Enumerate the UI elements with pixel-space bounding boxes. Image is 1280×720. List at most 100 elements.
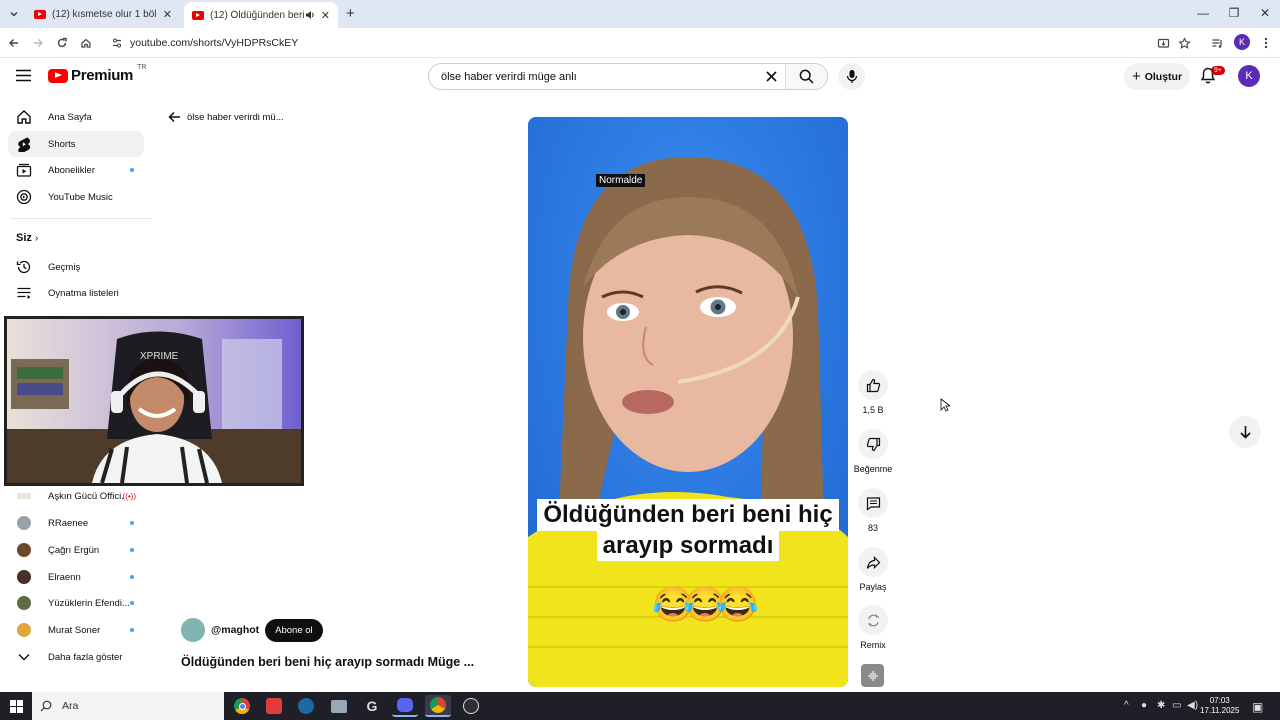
create-button[interactable]: + Oluştur (1124, 63, 1190, 90)
channel-avatar (16, 622, 32, 638)
chrome-taskbar-icon[interactable] (229, 695, 255, 717)
bluetooth-tray-icon[interactable]: ✱ (1157, 700, 1165, 711)
chrome-profile-taskbar-icon[interactable] (425, 695, 451, 717)
search-input[interactable] (429, 70, 757, 83)
sidebar-item-youtube-music[interactable]: YouTube Music (8, 184, 144, 210)
site-settings-icon[interactable] (110, 36, 124, 50)
sidebar-show-more[interactable]: Daha fazla göster (8, 644, 144, 670)
caption-line-1: Öldüğünden beri beni hiç (537, 499, 839, 531)
short-video-player[interactable]: Normalde Öldüğünden beri beni hiç arayıp… (528, 117, 848, 687)
comment-count: 83 (867, 523, 878, 533)
taskbar-clock[interactable]: 07:03 17.11.2025 (1200, 696, 1239, 716)
remix-action: Remix (850, 605, 896, 650)
start-button[interactable] (3, 695, 29, 717)
channel-name: Aşkın Gücü Offici... (48, 490, 123, 502)
browser-profile-avatar[interactable]: K (1234, 34, 1250, 50)
bookmark-button[interactable] (1176, 35, 1192, 51)
app-taskbar-icon[interactable]: G (359, 695, 385, 717)
tab-title: (12) kısmetse olur 1 bölüm - Yo (52, 8, 157, 20)
sidebar-subscription-item[interactable]: Elraenn (8, 564, 144, 590)
sidebar-subscription-item[interactable]: Aşkın Gücü Offici... ((•)) (8, 483, 144, 509)
video-title[interactable]: Öldüğünden beri beni hiç arayıp sormadı … (181, 655, 474, 669)
dislike-action: Beğenme (850, 429, 896, 474)
address-bar[interactable]: youtube.com/shorts/VyHDPRsCkEY (104, 31, 1204, 55)
tray-expand-icon[interactable]: ^ (1124, 700, 1129, 711)
sidebar-item-label: Geçmiş (48, 261, 81, 273)
next-short-button[interactable] (1229, 416, 1261, 448)
reload-button[interactable] (54, 35, 70, 51)
sidebar-item-playlists[interactable]: Oynatma listeleri (8, 280, 144, 306)
browser-tab-1[interactable]: (12) kısmetse olur 1 bölüm - Yo ✕ (26, 2, 180, 26)
minimize-button[interactable]: — (1188, 4, 1218, 22)
search-button[interactable] (785, 64, 827, 89)
share-button[interactable] (858, 547, 888, 577)
back-to-search-button[interactable]: ölse haber verirdi mü... (168, 111, 284, 123)
clock-date: 17.11.2025 (1200, 706, 1240, 715)
close-tab-icon[interactable]: ✕ (321, 9, 330, 22)
account-avatar[interactable]: K (1238, 65, 1260, 87)
sidebar-subscription-item[interactable]: Çağrı Ergün (8, 537, 144, 563)
new-content-dot (130, 601, 134, 605)
new-tab-button[interactable]: + (346, 5, 355, 22)
channel-avatar[interactable] (181, 618, 205, 642)
browser-tab-2[interactable]: (12) Öldüğünden beri beni hi ✕ (184, 2, 338, 28)
comments-button[interactable] (858, 488, 888, 518)
share-action: Paylaş (850, 547, 896, 592)
shorts-icon (16, 136, 32, 152)
sidebar-subscription-item[interactable]: Yüzüklerin Efendi... (8, 590, 144, 616)
channel-avatar (16, 595, 32, 611)
browser-menu-button[interactable] (1258, 35, 1274, 51)
sound-button[interactable] (861, 664, 884, 687)
maximize-button[interactable]: ❐ (1219, 4, 1249, 22)
notification-center-icon[interactable]: ▣ (1252, 700, 1263, 714)
new-content-dot (130, 628, 134, 632)
close-tab-icon[interactable]: ✕ (163, 8, 172, 21)
sidebar-item-shorts[interactable]: Shorts (8, 131, 144, 157)
sidebar-subscription-item[interactable]: RRaenee (8, 510, 144, 536)
subscribe-button[interactable]: Abone ol (265, 618, 323, 642)
audio-playing-icon[interactable] (305, 10, 315, 20)
video-label-tag: Normalde (596, 174, 646, 187)
channel-handle[interactable]: @maghot (211, 624, 259, 636)
sidebar-item-subscriptions[interactable]: Abonelikler (8, 157, 144, 183)
volume-tray-icon[interactable]: ◀) (1187, 700, 1198, 711)
thumbs-down-icon (866, 437, 880, 451)
channel-name: Elraenn (48, 571, 81, 583)
channel-name: Yüzüklerin Efendi... (48, 597, 130, 609)
install-app-button[interactable] (1155, 35, 1171, 51)
forward-button[interactable] (30, 35, 46, 51)
steam-taskbar-icon[interactable] (293, 695, 319, 717)
playlist-icon (16, 285, 32, 301)
media-control-button[interactable] (1209, 35, 1225, 51)
remix-button[interactable] (858, 605, 888, 635)
home-button[interactable] (78, 35, 94, 51)
logo-text: Premium (71, 67, 134, 84)
dislike-button[interactable] (858, 429, 888, 459)
sidebar-item-home[interactable]: Ana Sayfa (8, 104, 144, 130)
youtube-premium-logo[interactable]: Premium TR (48, 64, 146, 84)
microphone-tray-icon[interactable]: ● (1141, 700, 1147, 711)
youtube-header: Premium TR + Oluştur 9+ K (0, 58, 1280, 96)
close-window-button[interactable]: ✕ (1250, 4, 1280, 22)
channel-avatar (16, 542, 32, 558)
file-explorer-taskbar-icon[interactable] (326, 695, 352, 717)
back-button[interactable] (6, 35, 22, 51)
discord-taskbar-icon[interactable] (392, 695, 418, 717)
taskbar-search[interactable]: Ara (32, 692, 224, 720)
sidebar-item-history[interactable]: Geçmiş (8, 254, 144, 280)
clear-search-button[interactable] (757, 71, 785, 82)
sidebar-item-label: Abonelikler (48, 164, 95, 176)
tab-search-button[interactable] (4, 4, 24, 24)
live-icon: ((•)) (122, 491, 136, 501)
guide-menu-button[interactable] (16, 69, 31, 82)
video-caption: Öldüğünden beri beni hiç arayıp sormadı (528, 499, 848, 561)
sidebar-subscription-item[interactable]: Murat Soner (8, 617, 144, 643)
share-icon (866, 555, 880, 569)
voice-search-button[interactable] (838, 63, 865, 90)
network-tray-icon[interactable]: ▭ (1172, 700, 1181, 711)
channel-name: RRaenee (48, 517, 89, 529)
app-taskbar-icon[interactable] (261, 695, 287, 717)
you-section-header[interactable]: Siz › (16, 232, 38, 244)
like-button[interactable] (858, 370, 888, 400)
obs-taskbar-icon[interactable] (458, 695, 484, 717)
